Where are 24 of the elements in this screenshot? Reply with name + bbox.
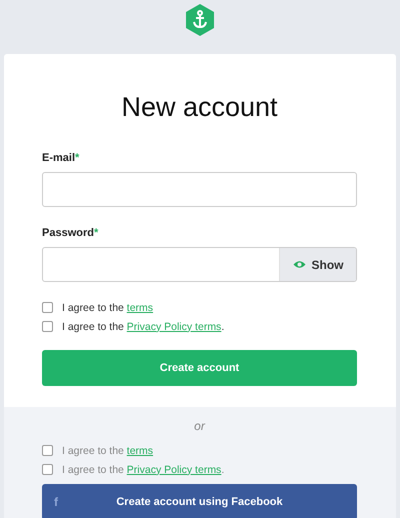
agreement-link[interactable]: Privacy Policy terms [126,320,222,332]
agreement-link[interactable]: Privacy Policy terms [126,464,222,476]
email-field[interactable] [42,172,357,207]
checkbox[interactable] [42,302,53,313]
password-field[interactable]: Show [42,247,357,282]
checkbox[interactable] [42,321,53,332]
agreement-text: I agree to the Privacy Policy terms. [62,320,224,332]
separator-text: or [193,419,206,435]
checkbox[interactable] [42,445,53,456]
field-label: Password* [42,227,98,239]
facebook-signup-button[interactable]: f Create account using Facebook [42,484,357,518]
agreement-text: I agree to the terms [62,444,154,456]
agreement-link[interactable]: terms [126,302,154,314]
show-password-button[interactable]: Show [279,248,356,281]
agreement-text: I agree to the Privacy Policy terms. [62,464,224,476]
facebook-icon: f [54,484,58,518]
eye-icon [292,260,306,269]
checkbox[interactable] [42,464,53,475]
anchor-logo-icon [185,4,215,36]
page-title: New account [120,91,279,124]
field-label: E-mail* [42,152,80,164]
agreement-text: I agree to the terms [62,302,154,314]
create-account-button[interactable]: Create account [42,350,357,386]
agreement-link[interactable]: terms [126,444,154,456]
